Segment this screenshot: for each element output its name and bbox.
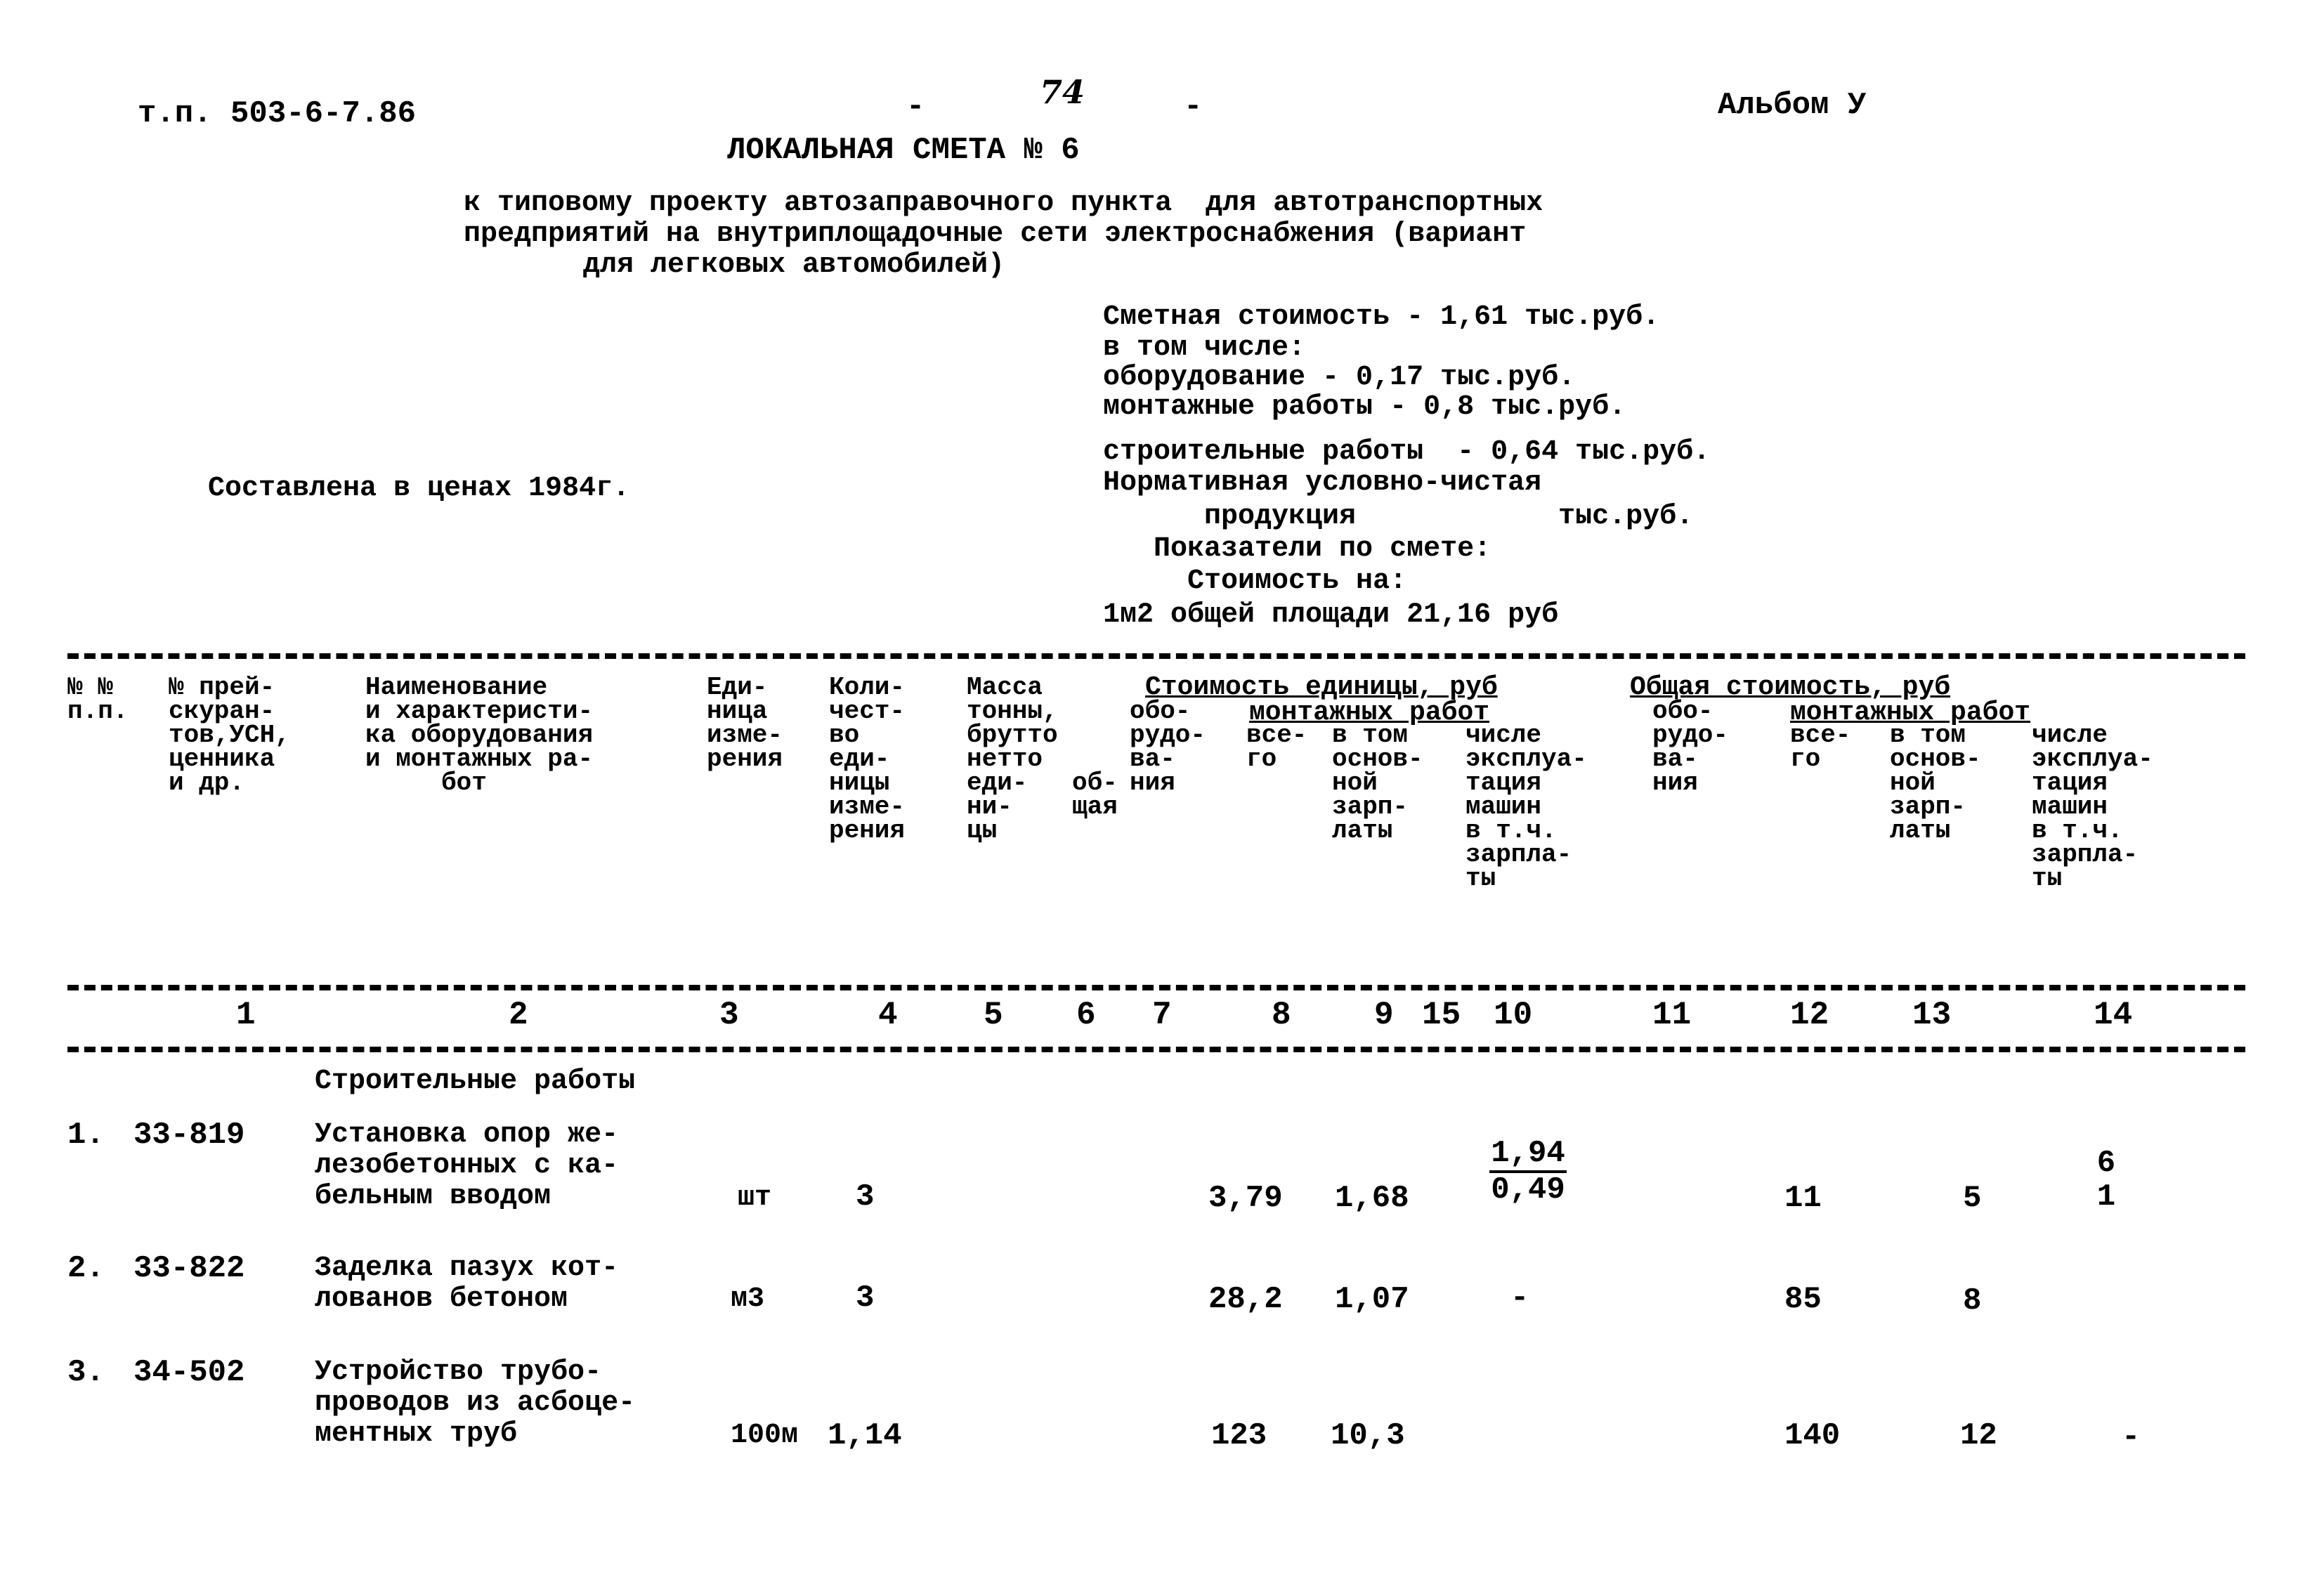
summary-installation: монтажные работы - 0,8 тыс.руб. [1103, 391, 1626, 423]
row-total-wages: 5 [1963, 1181, 1982, 1216]
row-unit-install-wages: 1,68 [1335, 1181, 1409, 1216]
col-header-7: об- щая [1072, 768, 1118, 821]
summary-indicators: Показатели по смете: [1103, 533, 1491, 565]
row-code: 33-822 [133, 1251, 245, 1286]
col-header-1: № № п.п. [67, 673, 129, 726]
row-unit-machine-wages: 0,49 [1491, 1172, 1565, 1208]
summary-per-m2: 1м2 общей площади 21,16 руб [1103, 599, 1559, 631]
summary-construction: строительные работы - 0,64 тыс.руб. [1103, 436, 1711, 468]
row-number: 3. [67, 1355, 105, 1390]
row-code: 34-502 [133, 1355, 245, 1390]
col-header-14: в том основ- ной зарп- латы [1890, 721, 1981, 845]
summary-equipment: оборудование - 0,17 тыс.руб. [1103, 362, 1576, 393]
colnum-bottom-rule [67, 1047, 2245, 1052]
row-number: 2. [67, 1251, 105, 1286]
row-total-machine: 6 [2096, 1146, 2116, 1181]
col-header-11: числе эксплуа- тация машин в т.ч. зарпла… [1465, 721, 1587, 893]
row-unit-install-total: 123 [1211, 1418, 1267, 1453]
row-name: Установка опор же- лезобетонных с ка- бе… [315, 1119, 619, 1212]
colnum-2: 2 [509, 997, 528, 1033]
row-unit-install-total: 28,2 [1208, 1282, 1283, 1317]
colnum-1: 1 [236, 997, 256, 1033]
project-code: т.п. 503-6-7.86 [138, 96, 417, 131]
colnum-8: 8 [1272, 997, 1291, 1033]
colnum-11: 11 [1652, 997, 1692, 1033]
col-header-13: все- го [1790, 721, 1851, 773]
section-title: Строительные работы [315, 1066, 636, 1097]
page-dash-right: - [1184, 89, 1203, 124]
row-total-machine: - [2122, 1420, 2141, 1455]
row-unit-machine: - [1510, 1281, 1529, 1316]
subtitle-line-1: к типовому проекту автозаправочного пунк… [464, 188, 1543, 219]
row-qty: 3 [856, 1281, 875, 1316]
colnum-13: 13 [1912, 997, 1952, 1033]
col-header-5: Коли- чест- во еди- ницы изме- рения [829, 673, 906, 845]
colnum-15: 15 [1422, 997, 1461, 1033]
col-header-3: Наименование и характеристи- ка оборудов… [365, 673, 594, 797]
row-unit-install-wages: 10,3 [1331, 1418, 1405, 1453]
colnum-6: 6 [1076, 997, 1096, 1033]
row-total-install: 11 [1784, 1181, 1822, 1216]
document-title: ЛОКАЛЬНАЯ СМЕТА № 6 [727, 133, 1080, 168]
row-total-machine-wages: 1 [2096, 1179, 2116, 1215]
row-number: 1. [67, 1118, 105, 1153]
page-number: 74 [1040, 73, 1085, 111]
summary-cost-per: Стоимость на: [1103, 565, 1407, 597]
colnum-5: 5 [984, 997, 1003, 1033]
colnum-4: 4 [878, 997, 898, 1033]
summary-normative: Нормативная условно-чистая [1103, 467, 1542, 499]
col-header-12: обо- рудо- ва- ния [1652, 697, 1729, 797]
row-total-install: 140 [1784, 1418, 1841, 1453]
summary-production: продукция тыс.руб. [1103, 501, 1694, 532]
header-bottom-rule [67, 985, 2245, 990]
album-label: Альбом У [1718, 88, 1867, 123]
subtitle-line-2: предприятий на внутриплощадочные сети эл… [464, 218, 1527, 250]
row-qty: 1,14 [828, 1418, 902, 1453]
row-total-wages: 12 [1960, 1418, 1997, 1453]
row-unit: м3 [731, 1283, 765, 1315]
row-total-machine-fraction: 6 1 [2092, 1148, 2120, 1212]
summary-including: в том числе: [1103, 332, 1306, 364]
colnum-9: 9 [1374, 997, 1394, 1033]
row-unit-machine-fraction: 1,94 0,49 [1489, 1138, 1567, 1205]
row-unit-machine: 1,94 [1489, 1138, 1567, 1173]
prices-note: Составлена в ценах 1984г. [208, 473, 630, 504]
row-total-wages: 8 [1963, 1283, 1982, 1318]
col-header-6: Масса тонны, брутто нетто еди- ни- цы [967, 673, 1058, 845]
col-header-4: Еди- ница изме- рения [707, 673, 783, 773]
colnum-10: 10 [1494, 997, 1533, 1033]
row-qty: 3 [856, 1179, 875, 1215]
row-unit: 100м [731, 1420, 799, 1451]
row-unit-install-total: 3,79 [1208, 1181, 1283, 1216]
col-header-10: в том основ- ной зарп- латы [1332, 721, 1423, 845]
subtitle-line-3: для легковых автомобилей) [583, 249, 1005, 281]
col-header-2: № прей- скуран- тов,УСН, ценника и др. [169, 673, 290, 797]
colnum-14: 14 [2094, 997, 2133, 1033]
row-code: 33-819 [133, 1118, 245, 1153]
row-name: Заделка пазух кот- лованов бетоном [315, 1252, 619, 1315]
colnum-7: 7 [1152, 997, 1172, 1033]
row-unit-install-wages: 1,07 [1335, 1282, 1409, 1317]
summary-total-cost: Сметная стоимость - 1,61 тыс.руб. [1103, 301, 1660, 333]
col-header-8: обо- рудо- ва- ния [1130, 697, 1206, 797]
table-top-rule [67, 653, 2245, 659]
colnum-3: 3 [719, 997, 739, 1033]
row-total-install: 85 [1784, 1282, 1822, 1317]
row-unit: шт [738, 1182, 772, 1214]
page-dash-left: - [906, 89, 925, 124]
col-header-15: числе эксплуа- тация машин в т.ч. зарпла… [2032, 721, 2153, 893]
col-header-9: все- го [1246, 721, 1307, 773]
colnum-12: 12 [1790, 997, 1829, 1033]
row-name: Устройство трубо- проводов из асбоце- ме… [315, 1356, 636, 1450]
